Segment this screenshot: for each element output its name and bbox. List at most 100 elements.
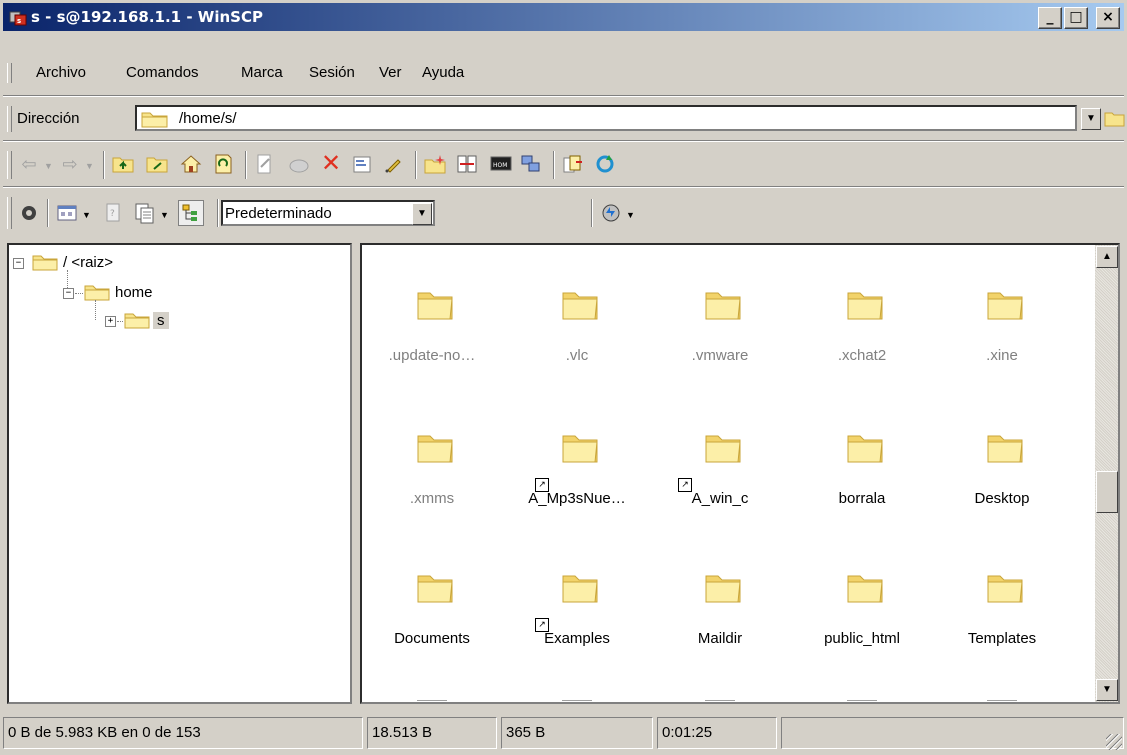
file-item[interactable]: Maildir [660,570,780,690]
file-name: A_Mp3sNue… [528,490,626,507]
maximize-button[interactable]: □ [1064,7,1088,29]
folder-icon [560,287,600,327]
root-directory-icon[interactable] [145,152,169,176]
parent-directory-icon[interactable] [111,152,135,176]
folder-icon [703,430,743,470]
toolbar-separator [47,199,49,227]
menu-ver[interactable]: Ver [379,64,402,81]
preset-combobox[interactable]: Predeterminado ▼ [221,200,435,226]
queue-icon[interactable]: ? [101,201,125,225]
compare-icon[interactable] [455,152,479,176]
synchronize-icon[interactable] [519,152,543,176]
file-item-partial[interactable] [417,700,447,702]
tree-item-home[interactable]: home [115,284,153,301]
menu-marca[interactable]: Marca [241,64,283,81]
tree-item-root[interactable]: / <raiz> [63,254,113,271]
copy-to-clipboard-icon[interactable] [561,152,585,176]
address-dropdown-button[interactable]: ▼ [1081,108,1101,130]
view-mode-icon[interactable] [55,201,79,225]
forward-dropdown-icon[interactable]: ▼ [85,161,94,171]
copy-pages-icon[interactable] [133,201,157,225]
file-item[interactable]: ↗ A_win_c [660,430,780,550]
toolbar2-grip[interactable] [7,197,12,229]
file-item[interactable]: ↗ A_Mp3sNue… [517,430,637,550]
menu-bar: Archivo Comandos Marca Sesión Ver Ayuda [3,59,1124,87]
file-item[interactable]: borrala [802,430,922,550]
file-item[interactable]: Documents [372,570,492,690]
folder-icon [560,570,600,610]
svg-text:?: ? [110,209,115,219]
transfer-settings-icon[interactable] [599,201,623,225]
directory-tree[interactable]: − / <raiz> − home + s [7,243,352,704]
file-item-partial[interactable] [847,700,877,702]
scroll-down-button[interactable]: ▼ [1096,679,1118,701]
preferences-gear-icon[interactable] [17,201,41,225]
file-item[interactable]: .xchat2 [802,287,922,407]
menu-grip[interactable] [7,63,12,83]
file-item[interactable]: Desktop [942,430,1062,550]
menu-ayuda[interactable]: Ayuda [422,64,464,81]
minimize-button[interactable]: _ [1038,7,1062,29]
menu-sesion-label: Sesión [309,64,355,81]
folder-icon [845,570,885,610]
address-field[interactable]: /home/s/ [135,105,1077,131]
file-item[interactable]: Templates [942,570,1062,690]
preset-dropdown-button[interactable]: ▼ [412,203,432,225]
file-item[interactable]: .vmware [660,287,780,407]
terminal-icon[interactable]: HOM [489,152,513,176]
open-folder-icon[interactable] [1103,107,1127,131]
tree-item-s[interactable]: s [153,312,169,329]
folder-icon [123,310,151,334]
menu-comandos[interactable]: Comandos [126,64,199,81]
file-item[interactable]: public_html [802,570,922,690]
file-item[interactable]: ↗ Examples [517,570,637,690]
menu-archivo[interactable]: Archivo [36,64,86,81]
rename-icon[interactable] [383,152,407,176]
status-bytes-received: 18.513 B [367,717,497,749]
file-item[interactable]: .xmms [372,430,492,550]
open-icon[interactable] [287,152,311,176]
file-name: .update-no… [388,347,476,364]
view-mode-dropdown-icon[interactable]: ▼ [82,210,91,220]
delete-icon[interactable]: ✕ [319,150,343,177]
separator [3,140,1124,142]
menu-sesion[interactable]: Sesión [309,64,355,81]
address-value: /home/s/ [179,110,237,127]
file-item-partial[interactable] [705,700,735,702]
scroll-up-button[interactable]: ▲ [1096,246,1118,268]
file-item-partial[interactable] [987,700,1017,702]
folder-icon [31,252,59,276]
file-list[interactable]: .update-no… .vlc .vmware .xchat2 .xine .xmms ↗… [360,243,1120,704]
home-directory-icon[interactable] [179,152,203,176]
tree-line [95,300,96,320]
file-item[interactable]: .update-no… [372,287,492,407]
menu-ayuda-label: Ayuda [422,64,465,81]
copy-dropdown-icon[interactable]: ▼ [160,210,169,220]
back-arrow-icon[interactable]: ⇦ [17,152,41,176]
expand-toggle[interactable]: + [105,316,116,327]
collapse-toggle[interactable]: − [13,258,24,269]
forward-arrow-icon[interactable]: ⇨ [58,152,82,176]
file-item[interactable]: .vlc [517,287,637,407]
new-folder-icon[interactable] [423,152,447,176]
transfer-dropdown-icon[interactable]: ▼ [626,210,635,220]
toolbar-grip[interactable] [7,151,12,179]
collapse-toggle[interactable]: − [63,288,74,299]
folder-icon [415,570,455,610]
file-item[interactable]: .xine [942,287,1062,407]
address-grip[interactable] [7,106,12,132]
close-button[interactable]: × [1096,7,1120,29]
refresh-icon[interactable] [211,152,235,176]
vertical-scrollbar[interactable]: ▲ ▼ [1095,245,1118,702]
properties-icon[interactable] [351,152,375,176]
status-selection: 0 B de 5.983 KB en 0 de 153 [3,717,363,749]
tree-view-toggle-icon[interactable] [178,200,204,226]
file-name: Desktop [974,490,1030,507]
scroll-thumb[interactable] [1096,471,1118,513]
back-dropdown-icon[interactable]: ▼ [44,161,53,171]
edit-icon[interactable] [253,152,277,176]
reload-arrows-icon[interactable] [593,152,617,176]
title-bar[interactable]: s s - s@192.168.1.1 - WinSCP _ □ × [3,3,1124,31]
file-item-partial[interactable] [562,700,592,702]
resize-grip[interactable] [1106,734,1122,750]
